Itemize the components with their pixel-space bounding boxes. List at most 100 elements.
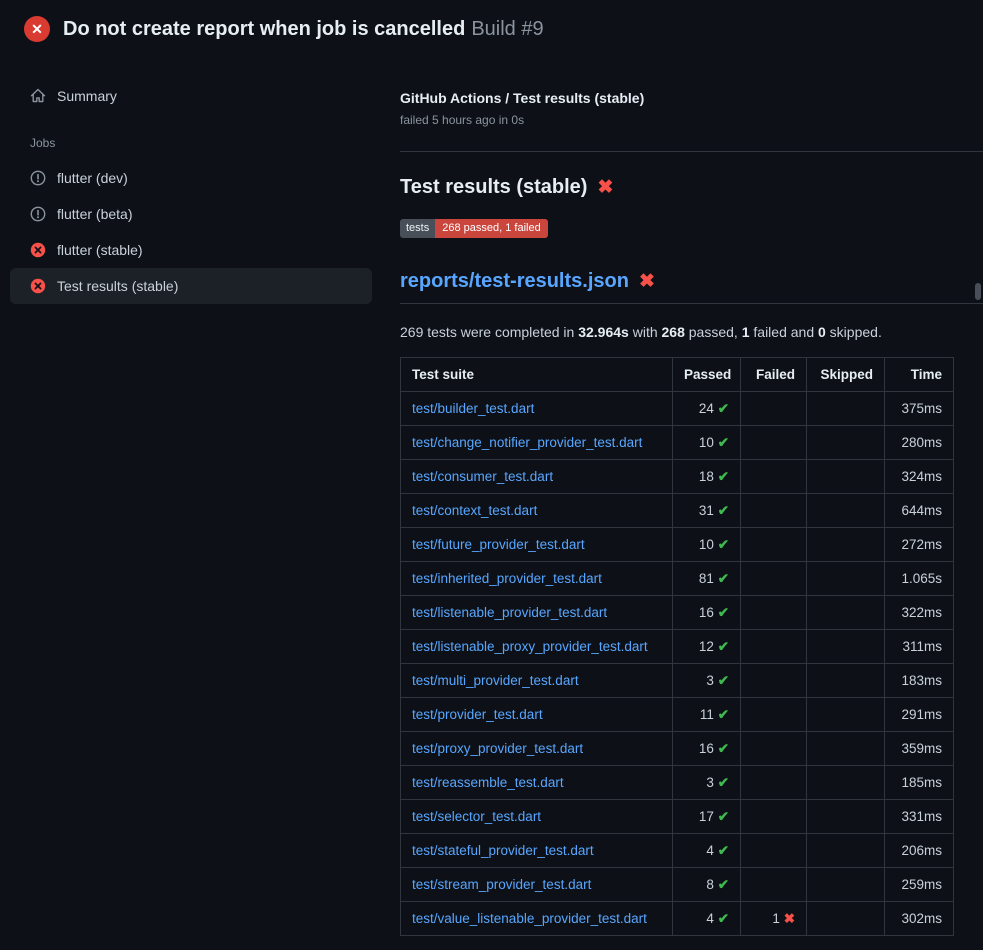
test-suite-link[interactable]: test/future_provider_test.dart xyxy=(412,537,585,552)
check-icon: ✔ xyxy=(718,639,729,654)
main-layout: Summary Jobs flutter (dev)flutter (beta)… xyxy=(0,56,983,936)
time-cell: 272ms xyxy=(885,528,954,562)
time-cell: 280ms xyxy=(885,426,954,460)
passed-cell: 10 ✔ xyxy=(673,426,741,460)
table-row: test/stateful_provider_test.dart4 ✔206ms xyxy=(401,834,954,868)
check-run-page: ✕ Do not create report when job is cance… xyxy=(0,0,983,936)
summary-passed-count: 268 xyxy=(662,324,685,340)
passed-cell: 18 ✔ xyxy=(673,460,741,494)
divider xyxy=(400,151,983,152)
skipped-cell xyxy=(807,800,885,834)
test-suite-link[interactable]: test/multi_provider_test.dart xyxy=(412,673,579,688)
check-icon: ✔ xyxy=(718,469,729,484)
test-suite-link[interactable]: test/change_notifier_provider_test.dart xyxy=(412,435,642,450)
skipped-cell xyxy=(807,664,885,698)
table-row: test/value_listenable_provider_test.dart… xyxy=(401,902,954,936)
skipped-cell xyxy=(807,902,885,936)
passed-count: 16 xyxy=(699,741,714,756)
passed-cell: 16 ✔ xyxy=(673,596,741,630)
breadcrumb: GitHub Actions / Test results (stable) xyxy=(400,90,983,106)
check-icon: ✔ xyxy=(718,911,729,926)
table-row: test/builder_test.dart24 ✔375ms xyxy=(401,392,954,426)
check-icon: ✔ xyxy=(718,775,729,790)
passed-cell: 31 ✔ xyxy=(673,494,741,528)
skipped-cell xyxy=(807,630,885,664)
skipped-cell xyxy=(807,426,885,460)
test-results-table: Test suitePassedFailedSkippedTime test/b… xyxy=(400,357,954,936)
test-suite-link[interactable]: test/listenable_provider_test.dart xyxy=(412,605,607,620)
skipped-cell xyxy=(807,562,885,596)
suite-cell: test/multi_provider_test.dart xyxy=(401,664,673,698)
skipped-cell xyxy=(807,698,885,732)
scrollbar-thumb[interactable] xyxy=(975,283,981,300)
failed-x-icon: ✖ xyxy=(597,176,613,199)
test-suite-link[interactable]: test/value_listenable_provider_test.dart xyxy=(412,911,647,926)
table-row: test/listenable_proxy_provider_test.dart… xyxy=(401,630,954,664)
sidebar-job-item[interactable]: Test results (stable) xyxy=(10,268,372,304)
passed-cell: 4 ✔ xyxy=(673,834,741,868)
time-cell: 185ms xyxy=(885,766,954,800)
build-number: Build #9 xyxy=(471,18,543,41)
suite-cell: test/listenable_proxy_provider_test.dart xyxy=(401,630,673,664)
check-icon: ✔ xyxy=(718,843,729,858)
failed-cell xyxy=(741,426,807,460)
passed-count: 11 xyxy=(700,707,714,722)
time-cell: 259ms xyxy=(885,868,954,902)
test-suite-link[interactable]: test/proxy_provider_test.dart xyxy=(412,741,583,756)
sidebar: Summary Jobs flutter (dev)flutter (beta)… xyxy=(0,56,390,304)
sidebar-item-summary[interactable]: Summary xyxy=(10,78,372,114)
summary-text: failed and xyxy=(750,324,819,340)
x-circle-icon xyxy=(30,278,46,294)
suite-cell: test/selector_test.dart xyxy=(401,800,673,834)
sidebar-job-item[interactable]: flutter (stable) xyxy=(10,232,372,268)
suite-cell: test/reassemble_test.dart xyxy=(401,766,673,800)
test-suite-link[interactable]: test/selector_test.dart xyxy=(412,809,541,824)
sidebar-job-item[interactable]: flutter (beta) xyxy=(10,196,372,232)
home-icon xyxy=(30,88,46,104)
report-link[interactable]: reports/test-results.json xyxy=(400,270,629,293)
failed-cell xyxy=(741,596,807,630)
suite-cell: test/value_listenable_provider_test.dart xyxy=(401,902,673,936)
suite-cell: test/future_provider_test.dart xyxy=(401,528,673,562)
check-icon: ✔ xyxy=(718,435,729,450)
failed-x-icon: ✖ xyxy=(639,270,655,293)
suite-cell: test/consumer_test.dart xyxy=(401,460,673,494)
job-label: Test results (stable) xyxy=(57,278,178,294)
column-header: Failed xyxy=(741,358,807,392)
skipped-cell xyxy=(807,460,885,494)
failed-cell xyxy=(741,494,807,528)
skipped-cell xyxy=(807,494,885,528)
test-suite-link[interactable]: test/provider_test.dart xyxy=(412,707,543,722)
x-icon: ✖ xyxy=(784,911,795,926)
table-row: test/selector_test.dart17 ✔331ms xyxy=(401,800,954,834)
summary-text: 269 tests were completed in xyxy=(400,324,578,340)
test-suite-link[interactable]: test/stateful_provider_test.dart xyxy=(412,843,594,858)
suite-cell: test/stream_provider_test.dart xyxy=(401,868,673,902)
test-suite-link[interactable]: test/context_test.dart xyxy=(412,503,537,518)
failed-cell xyxy=(741,392,807,426)
time-cell: 359ms xyxy=(885,732,954,766)
suite-cell: test/listenable_provider_test.dart xyxy=(401,596,673,630)
failed-cell xyxy=(741,630,807,664)
failed-cell xyxy=(741,460,807,494)
test-suite-link[interactable]: test/stream_provider_test.dart xyxy=(412,877,591,892)
time-cell: 644ms xyxy=(885,494,954,528)
skipped-cell xyxy=(807,834,885,868)
test-table-body: test/builder_test.dart24 ✔375ms test/chan… xyxy=(401,392,954,936)
failed-cell xyxy=(741,800,807,834)
test-suite-link[interactable]: test/listenable_proxy_provider_test.dart xyxy=(412,639,648,654)
test-suite-link[interactable]: test/consumer_test.dart xyxy=(412,469,553,484)
failed-cell xyxy=(741,766,807,800)
column-header: Skipped xyxy=(807,358,885,392)
check-icon: ✔ xyxy=(718,741,729,756)
test-suite-link[interactable]: test/reassemble_test.dart xyxy=(412,775,564,790)
suite-cell: test/context_test.dart xyxy=(401,494,673,528)
passed-cell: 17 ✔ xyxy=(673,800,741,834)
table-row: test/future_provider_test.dart10 ✔272ms xyxy=(401,528,954,562)
column-header: Passed xyxy=(673,358,741,392)
test-suite-link[interactable]: test/builder_test.dart xyxy=(412,401,534,416)
sidebar-job-item[interactable]: flutter (dev) xyxy=(10,160,372,196)
passed-count: 18 xyxy=(699,469,714,484)
check-icon: ✔ xyxy=(718,707,729,722)
test-suite-link[interactable]: test/inherited_provider_test.dart xyxy=(412,571,602,586)
